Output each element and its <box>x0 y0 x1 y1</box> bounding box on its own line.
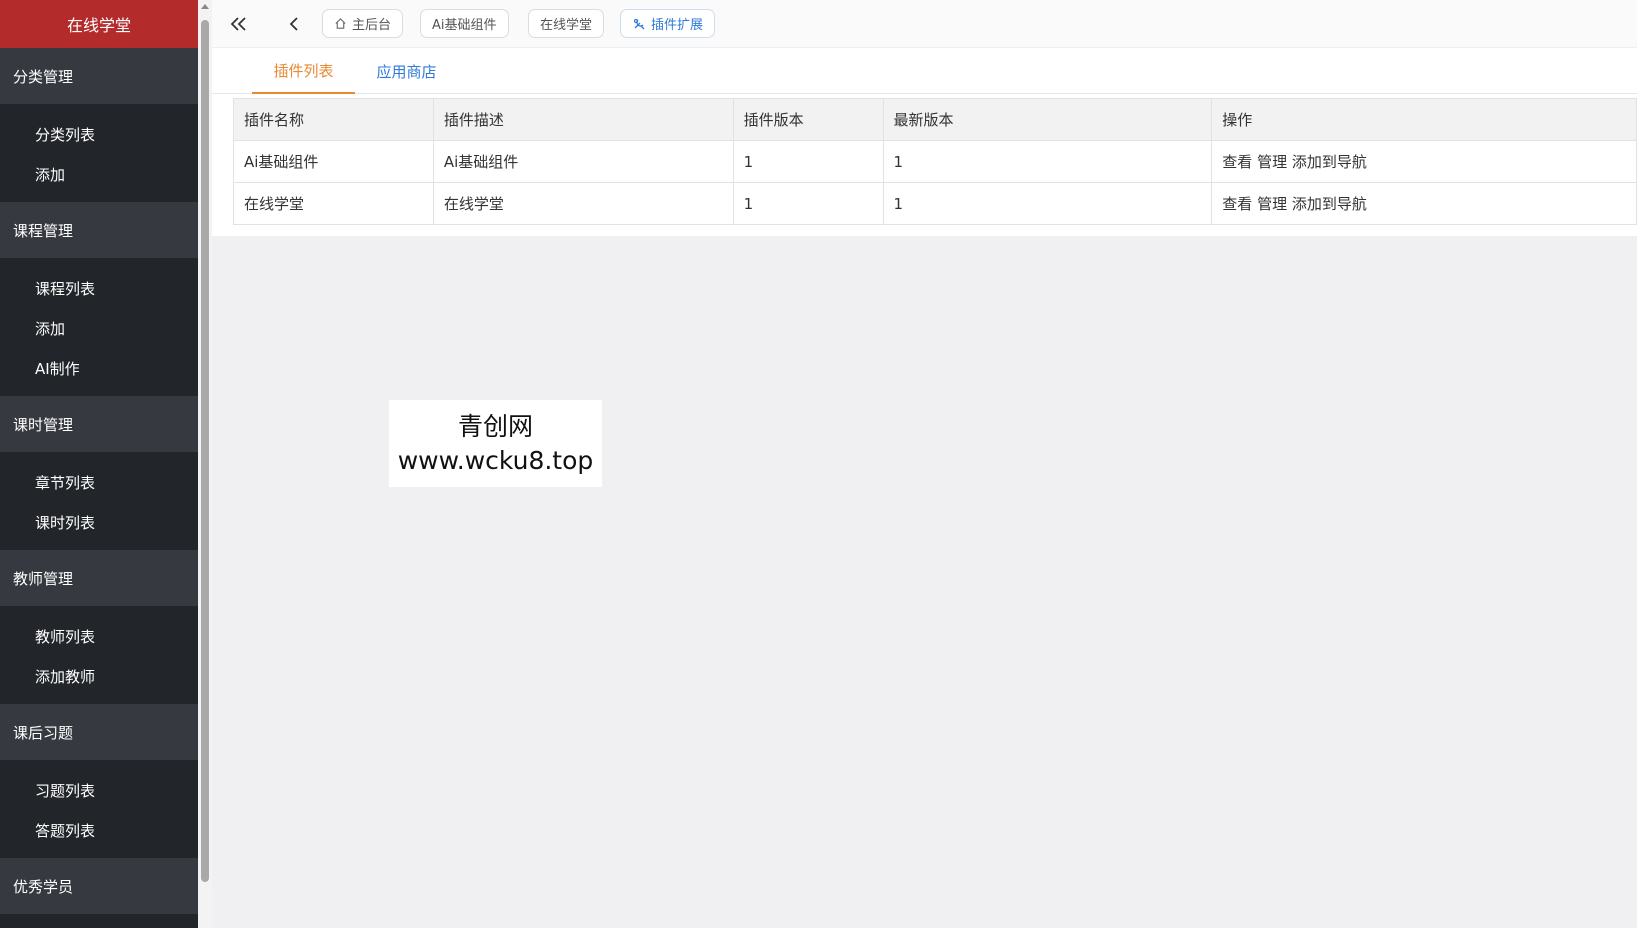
plugin-icon <box>633 18 645 29</box>
table-row: Ai基础组件 Ai基础组件 1 1 查看 管理 添加到导航 <box>233 140 1637 183</box>
scroll-thumb[interactable] <box>201 20 209 882</box>
manage-link[interactable]: 管理 <box>1257 195 1287 213</box>
sidebar-group-course[interactable]: 课程管理 <box>0 202 198 258</box>
sidebar-group-teacher[interactable]: 教师管理 <box>0 550 198 606</box>
cell-plugin-desc: 在线学堂 <box>432 182 734 225</box>
cell-latest-version: 1 <box>882 140 1213 183</box>
cell-latest-version: 1 <box>882 182 1213 225</box>
header-latest-version: 最新版本 <box>882 98 1213 141</box>
cell-plugin-version: 1 <box>732 182 884 225</box>
cell-actions: 查看 管理 添加到导航 <box>1211 140 1637 183</box>
cell-plugin-name: 在线学堂 <box>233 182 434 225</box>
home-icon <box>335 18 346 29</box>
scroll-up-arrow-icon[interactable] <box>201 4 209 9</box>
view-link[interactable]: 查看 <box>1222 195 1252 213</box>
sidebar-group-exercise[interactable]: 课后习题 <box>0 704 198 760</box>
manage-link[interactable]: 管理 <box>1257 153 1287 171</box>
tab-bar: 插件列表 应用商店 <box>212 48 1637 94</box>
watermark: 青创网 www.wcku8.top <box>389 400 602 487</box>
sidebar-group-category[interactable]: 分类管理 <box>0 48 198 104</box>
tag-ai-component[interactable]: Ai基础组件 <box>420 9 509 38</box>
sidebar-item-answer-list[interactable]: 答题列表 <box>0 810 198 850</box>
sidebar-scrollbar[interactable] <box>198 0 212 928</box>
tag-online-school[interactable]: 在线学堂 <box>528 9 605 38</box>
sidebar-item-category-add[interactable]: 添加 <box>0 154 198 194</box>
top-bar: 主后台 Ai基础组件 在线学堂 插件扩展 <box>212 0 1637 48</box>
chevron-left-icon[interactable] <box>282 12 306 36</box>
sidebar-item-course-add[interactable]: 添加 <box>0 308 198 348</box>
header-actions: 操作 <box>1211 98 1637 141</box>
add-to-nav-link[interactable]: 添加到导航 <box>1292 195 1367 213</box>
sidebar: 在线学堂 分类管理 分类列表 添加 课程管理 课程列表 添加 AI制作 课时管理… <box>0 0 198 928</box>
brand-title: 在线学堂 <box>0 0 198 48</box>
sidebar-group-students[interactable]: 优秀学员 <box>0 858 198 914</box>
add-to-nav-link[interactable]: 添加到导航 <box>1292 153 1367 171</box>
view-link[interactable]: 查看 <box>1222 153 1252 171</box>
sidebar-item-chapter-list[interactable]: 章节列表 <box>0 462 198 502</box>
plugin-table: 插件名称 插件描述 插件版本 最新版本 操作 Ai基础组件 Ai基础组件 1 1… <box>233 98 1637 225</box>
tag-home-label: 主后台 <box>352 18 392 33</box>
cell-actions: 查看 管理 添加到导航 <box>1211 182 1637 225</box>
sidebar-item-course-list[interactable]: 课程列表 <box>0 268 198 308</box>
table-header-row: 插件名称 插件描述 插件版本 最新版本 操作 <box>233 98 1637 141</box>
content-panel: 插件列表 应用商店 插件名称 插件描述 插件版本 最新版本 操作 Ai基础组件 … <box>212 48 1637 236</box>
tag-home[interactable]: 主后台 <box>322 9 404 38</box>
header-plugin-name: 插件名称 <box>233 98 434 141</box>
sidebar-item-exercise-list[interactable]: 习题列表 <box>0 770 198 810</box>
sidebar-item-teacher-add[interactable]: 添加教师 <box>0 656 198 696</box>
watermark-url: www.wcku8.top <box>397 445 594 475</box>
tag-ai-component-label: Ai基础组件 <box>432 18 497 33</box>
tag-online-school-label: 在线学堂 <box>540 18 593 33</box>
tab-plugin-list[interactable]: 插件列表 <box>252 48 355 94</box>
tag-plugin-extension[interactable]: 插件扩展 <box>620 9 716 38</box>
sidebar-item-course-ai[interactable]: AI制作 <box>0 348 198 388</box>
watermark-title: 青创网 <box>457 411 533 441</box>
sidebar-item-teacher-list[interactable]: 教师列表 <box>0 616 198 656</box>
table-row: 在线学堂 在线学堂 1 1 查看 管理 添加到导航 <box>233 182 1637 225</box>
header-plugin-desc: 插件描述 <box>432 98 734 141</box>
cell-plugin-desc: Ai基础组件 <box>432 140 734 183</box>
cell-plugin-name: Ai基础组件 <box>233 140 434 183</box>
double-chevron-left-icon[interactable] <box>227 12 251 36</box>
header-plugin-version: 插件版本 <box>732 98 884 141</box>
sidebar-group-lesson[interactable]: 课时管理 <box>0 396 198 452</box>
tab-app-store[interactable]: 应用商店 <box>355 48 458 94</box>
sidebar-item-category-list[interactable]: 分类列表 <box>0 114 198 154</box>
cell-plugin-version: 1 <box>732 140 884 183</box>
sidebar-item-lesson-list[interactable]: 课时列表 <box>0 502 198 542</box>
tag-plugin-extension-label: 插件扩展 <box>651 18 704 33</box>
